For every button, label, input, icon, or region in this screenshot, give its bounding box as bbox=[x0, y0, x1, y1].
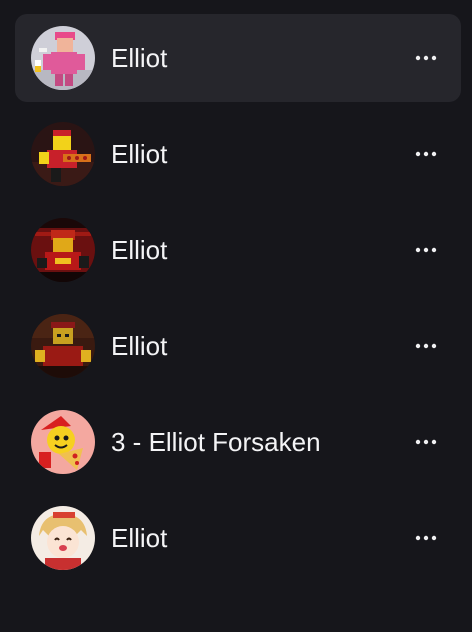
character-name: Elliot bbox=[111, 139, 168, 169]
character-item[interactable]: Elliot bbox=[15, 110, 461, 198]
dark-roblox-avatar-icon[interactable] bbox=[31, 314, 95, 378]
character-name: 3 - Elliot Forsaken bbox=[111, 427, 321, 457]
character-list: Elliot Elliot Elliot Elliot 3 - Elliot F… bbox=[15, 14, 461, 590]
more-horizontal-icon[interactable] bbox=[411, 331, 441, 361]
cartoon-pizza-avatar-icon[interactable] bbox=[31, 410, 95, 474]
character-item[interactable]: Elliot bbox=[15, 494, 461, 582]
red-roblox-avatar-icon[interactable] bbox=[31, 218, 95, 282]
more-horizontal-icon[interactable] bbox=[411, 427, 441, 457]
more-horizontal-icon[interactable] bbox=[411, 235, 441, 265]
character-item[interactable]: Elliot bbox=[15, 14, 461, 102]
character-name: Elliot bbox=[111, 43, 168, 73]
anime-avatar-icon[interactable] bbox=[31, 506, 95, 570]
character-item[interactable]: 3 - Elliot Forsaken bbox=[15, 398, 461, 486]
character-item[interactable]: Elliot bbox=[15, 302, 461, 390]
more-horizontal-icon[interactable] bbox=[411, 43, 441, 73]
pink-roblox-avatar-icon[interactable] bbox=[31, 26, 95, 90]
character-name: Elliot bbox=[111, 331, 168, 361]
more-horizontal-icon[interactable] bbox=[411, 139, 441, 169]
pizza-roblox-avatar-icon[interactable] bbox=[31, 122, 95, 186]
character-name: Elliot bbox=[111, 235, 168, 265]
more-horizontal-icon[interactable] bbox=[411, 523, 441, 553]
character-item[interactable]: Elliot bbox=[15, 206, 461, 294]
character-name: Elliot bbox=[111, 523, 168, 553]
